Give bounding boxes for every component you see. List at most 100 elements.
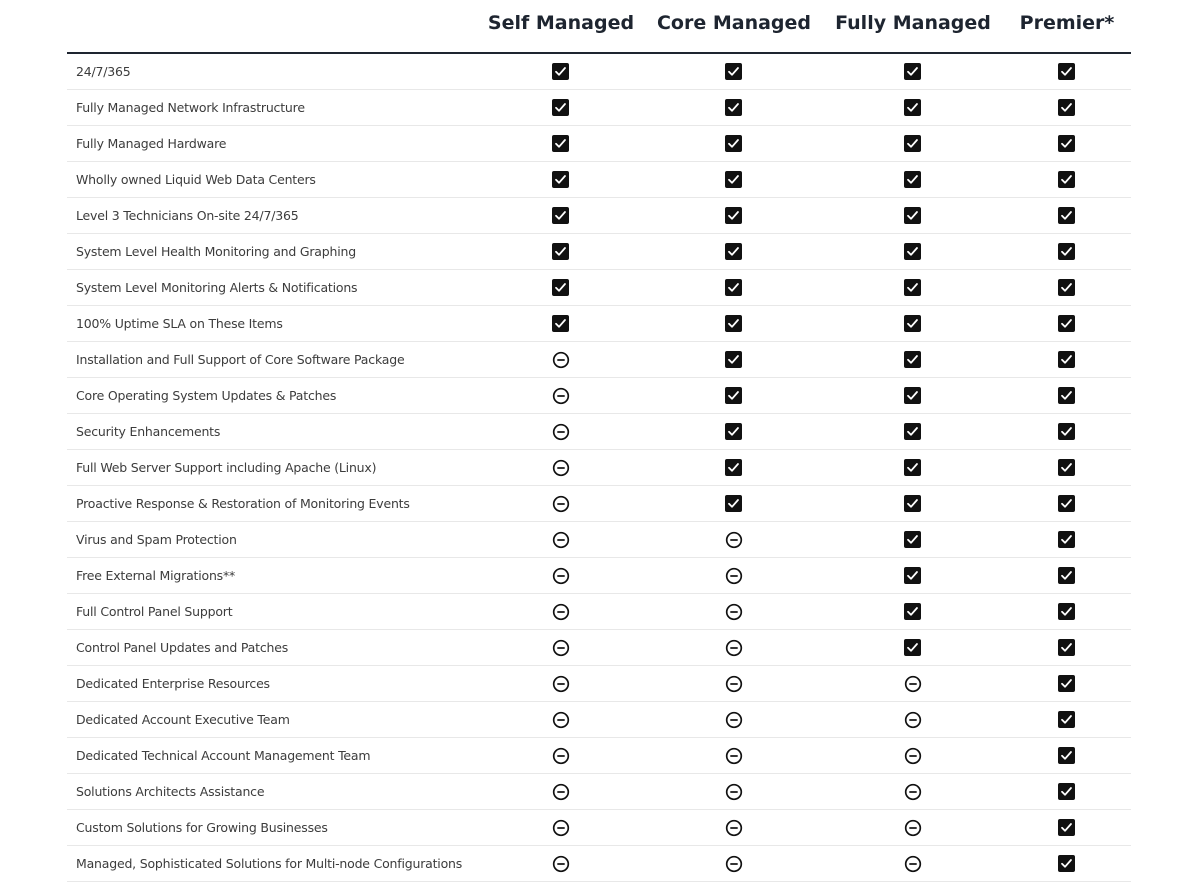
feature-label: Proactive Response & Restoration of Moni… bbox=[76, 496, 410, 511]
feature-label: Level 3 Technicians On-site 24/7/365 bbox=[76, 208, 299, 223]
table-row: 24/7/365 bbox=[67, 54, 1131, 90]
checkbox-checked-icon bbox=[725, 495, 743, 513]
minus-circle-icon bbox=[904, 675, 922, 693]
checkbox-checked-icon bbox=[725, 315, 743, 333]
table-row: Control Panel Updates and Patches bbox=[67, 630, 1131, 666]
checkbox-checked-icon bbox=[904, 315, 922, 333]
checkbox-checked-icon bbox=[1058, 567, 1076, 585]
table-row: System Level Monitoring Alerts & Notific… bbox=[67, 270, 1131, 306]
checkbox-checked-icon bbox=[904, 423, 922, 441]
checkbox-checked-icon bbox=[904, 171, 922, 189]
column-header-premier: Premier* bbox=[1019, 12, 1115, 34]
minus-circle-icon bbox=[552, 675, 570, 693]
minus-circle-icon bbox=[552, 423, 570, 441]
feature-label: Custom Solutions for Growing Businesses bbox=[76, 820, 328, 835]
table-row: Proactive Response & Restoration of Moni… bbox=[67, 486, 1131, 522]
checkbox-checked-icon bbox=[1058, 747, 1076, 765]
checkbox-checked-icon bbox=[552, 243, 570, 261]
feature-label: Installation and Full Support of Core So… bbox=[76, 352, 405, 367]
table-row: Security Enhancements bbox=[67, 414, 1131, 450]
checkbox-checked-icon bbox=[904, 567, 922, 585]
feature-label: Virus and Spam Protection bbox=[76, 532, 237, 547]
minus-circle-icon bbox=[725, 603, 743, 621]
minus-circle-icon bbox=[904, 819, 922, 837]
checkbox-checked-icon bbox=[725, 63, 743, 81]
feature-label: 24/7/365 bbox=[76, 64, 131, 79]
checkbox-checked-icon bbox=[904, 135, 922, 153]
checkbox-checked-icon bbox=[725, 243, 743, 261]
table-row: Solutions Architects Assistance bbox=[67, 774, 1131, 810]
checkbox-checked-icon bbox=[552, 99, 570, 117]
checkbox-checked-icon bbox=[1058, 855, 1076, 873]
minus-circle-icon bbox=[725, 855, 743, 873]
checkbox-checked-icon bbox=[904, 387, 922, 405]
minus-circle-icon bbox=[725, 675, 743, 693]
checkbox-checked-icon bbox=[1058, 531, 1076, 549]
feature-label: Managed, Sophisticated Solutions for Mul… bbox=[76, 856, 463, 871]
checkbox-checked-icon bbox=[725, 99, 743, 117]
checkbox-checked-icon bbox=[725, 279, 743, 297]
checkbox-checked-icon bbox=[904, 207, 922, 225]
feature-label: Control Panel Updates and Patches bbox=[76, 640, 289, 655]
checkbox-checked-icon bbox=[725, 171, 743, 189]
checkbox-checked-icon bbox=[725, 135, 743, 153]
checkbox-checked-icon bbox=[904, 495, 922, 513]
checkbox-checked-icon bbox=[1058, 711, 1076, 729]
checkbox-checked-icon bbox=[904, 351, 922, 369]
table-row: Dedicated Account Executive Team bbox=[67, 702, 1131, 738]
checkbox-checked-icon bbox=[1058, 819, 1076, 837]
checkbox-checked-icon bbox=[1058, 423, 1076, 441]
minus-circle-icon bbox=[552, 495, 570, 513]
column-header-fully-managed: Fully Managed bbox=[835, 12, 991, 34]
checkbox-checked-icon bbox=[1058, 783, 1076, 801]
minus-circle-icon bbox=[552, 387, 570, 405]
feature-label: Full Web Server Support including Apache… bbox=[76, 460, 377, 475]
feature-label: System Level Health Monitoring and Graph… bbox=[76, 244, 356, 259]
checkbox-checked-icon bbox=[725, 207, 743, 225]
column-header-core-managed: Core Managed bbox=[656, 12, 812, 34]
table-row: Wholly owned Liquid Web Data Centers bbox=[67, 162, 1131, 198]
table-row: Full Web Server Support including Apache… bbox=[67, 450, 1131, 486]
minus-circle-icon bbox=[552, 603, 570, 621]
checkbox-checked-icon bbox=[1058, 243, 1076, 261]
checkbox-checked-icon bbox=[1058, 459, 1076, 477]
checkbox-checked-icon bbox=[552, 135, 570, 153]
checkbox-checked-icon bbox=[904, 243, 922, 261]
checkbox-checked-icon bbox=[1058, 99, 1076, 117]
minus-circle-icon bbox=[552, 531, 570, 549]
checkbox-checked-icon bbox=[725, 351, 743, 369]
checkbox-checked-icon bbox=[552, 171, 570, 189]
checkbox-checked-icon bbox=[1058, 171, 1076, 189]
checkbox-checked-icon bbox=[1058, 207, 1076, 225]
table-body: 24/7/365 Fully Managed Network Infrastruc… bbox=[67, 54, 1131, 882]
feature-label: Solutions Architects Assistance bbox=[76, 784, 265, 799]
checkbox-checked-icon bbox=[725, 387, 743, 405]
minus-circle-icon bbox=[552, 459, 570, 477]
minus-circle-icon bbox=[904, 711, 922, 729]
minus-circle-icon bbox=[725, 819, 743, 837]
checkbox-checked-icon bbox=[552, 63, 570, 81]
minus-circle-icon bbox=[904, 747, 922, 765]
checkbox-checked-icon bbox=[904, 639, 922, 657]
checkbox-checked-icon bbox=[1058, 639, 1076, 657]
table-header: Self Managed Core Managed Fully Managed … bbox=[67, 0, 1131, 54]
checkbox-checked-icon bbox=[1058, 351, 1076, 369]
minus-circle-icon bbox=[725, 783, 743, 801]
feature-label: Fully Managed Hardware bbox=[76, 136, 227, 151]
feature-label: Wholly owned Liquid Web Data Centers bbox=[76, 172, 316, 187]
minus-circle-icon bbox=[725, 747, 743, 765]
checkbox-checked-icon bbox=[1058, 675, 1076, 693]
comparison-table: Self Managed Core Managed Fully Managed … bbox=[67, 0, 1131, 882]
minus-circle-icon bbox=[552, 567, 570, 585]
feature-label: System Level Monitoring Alerts & Notific… bbox=[76, 280, 358, 295]
table-row: Core Operating System Updates & Patches bbox=[67, 378, 1131, 414]
minus-circle-icon bbox=[552, 711, 570, 729]
table-row: Installation and Full Support of Core So… bbox=[67, 342, 1131, 378]
table-row: 100% Uptime SLA on These Items bbox=[67, 306, 1131, 342]
checkbox-checked-icon bbox=[725, 423, 743, 441]
table-row: Dedicated Enterprise Resources bbox=[67, 666, 1131, 702]
feature-label: Core Operating System Updates & Patches bbox=[76, 388, 337, 403]
table-row: Level 3 Technicians On-site 24/7/365 bbox=[67, 198, 1131, 234]
checkbox-checked-icon bbox=[904, 531, 922, 549]
checkbox-checked-icon bbox=[1058, 279, 1076, 297]
